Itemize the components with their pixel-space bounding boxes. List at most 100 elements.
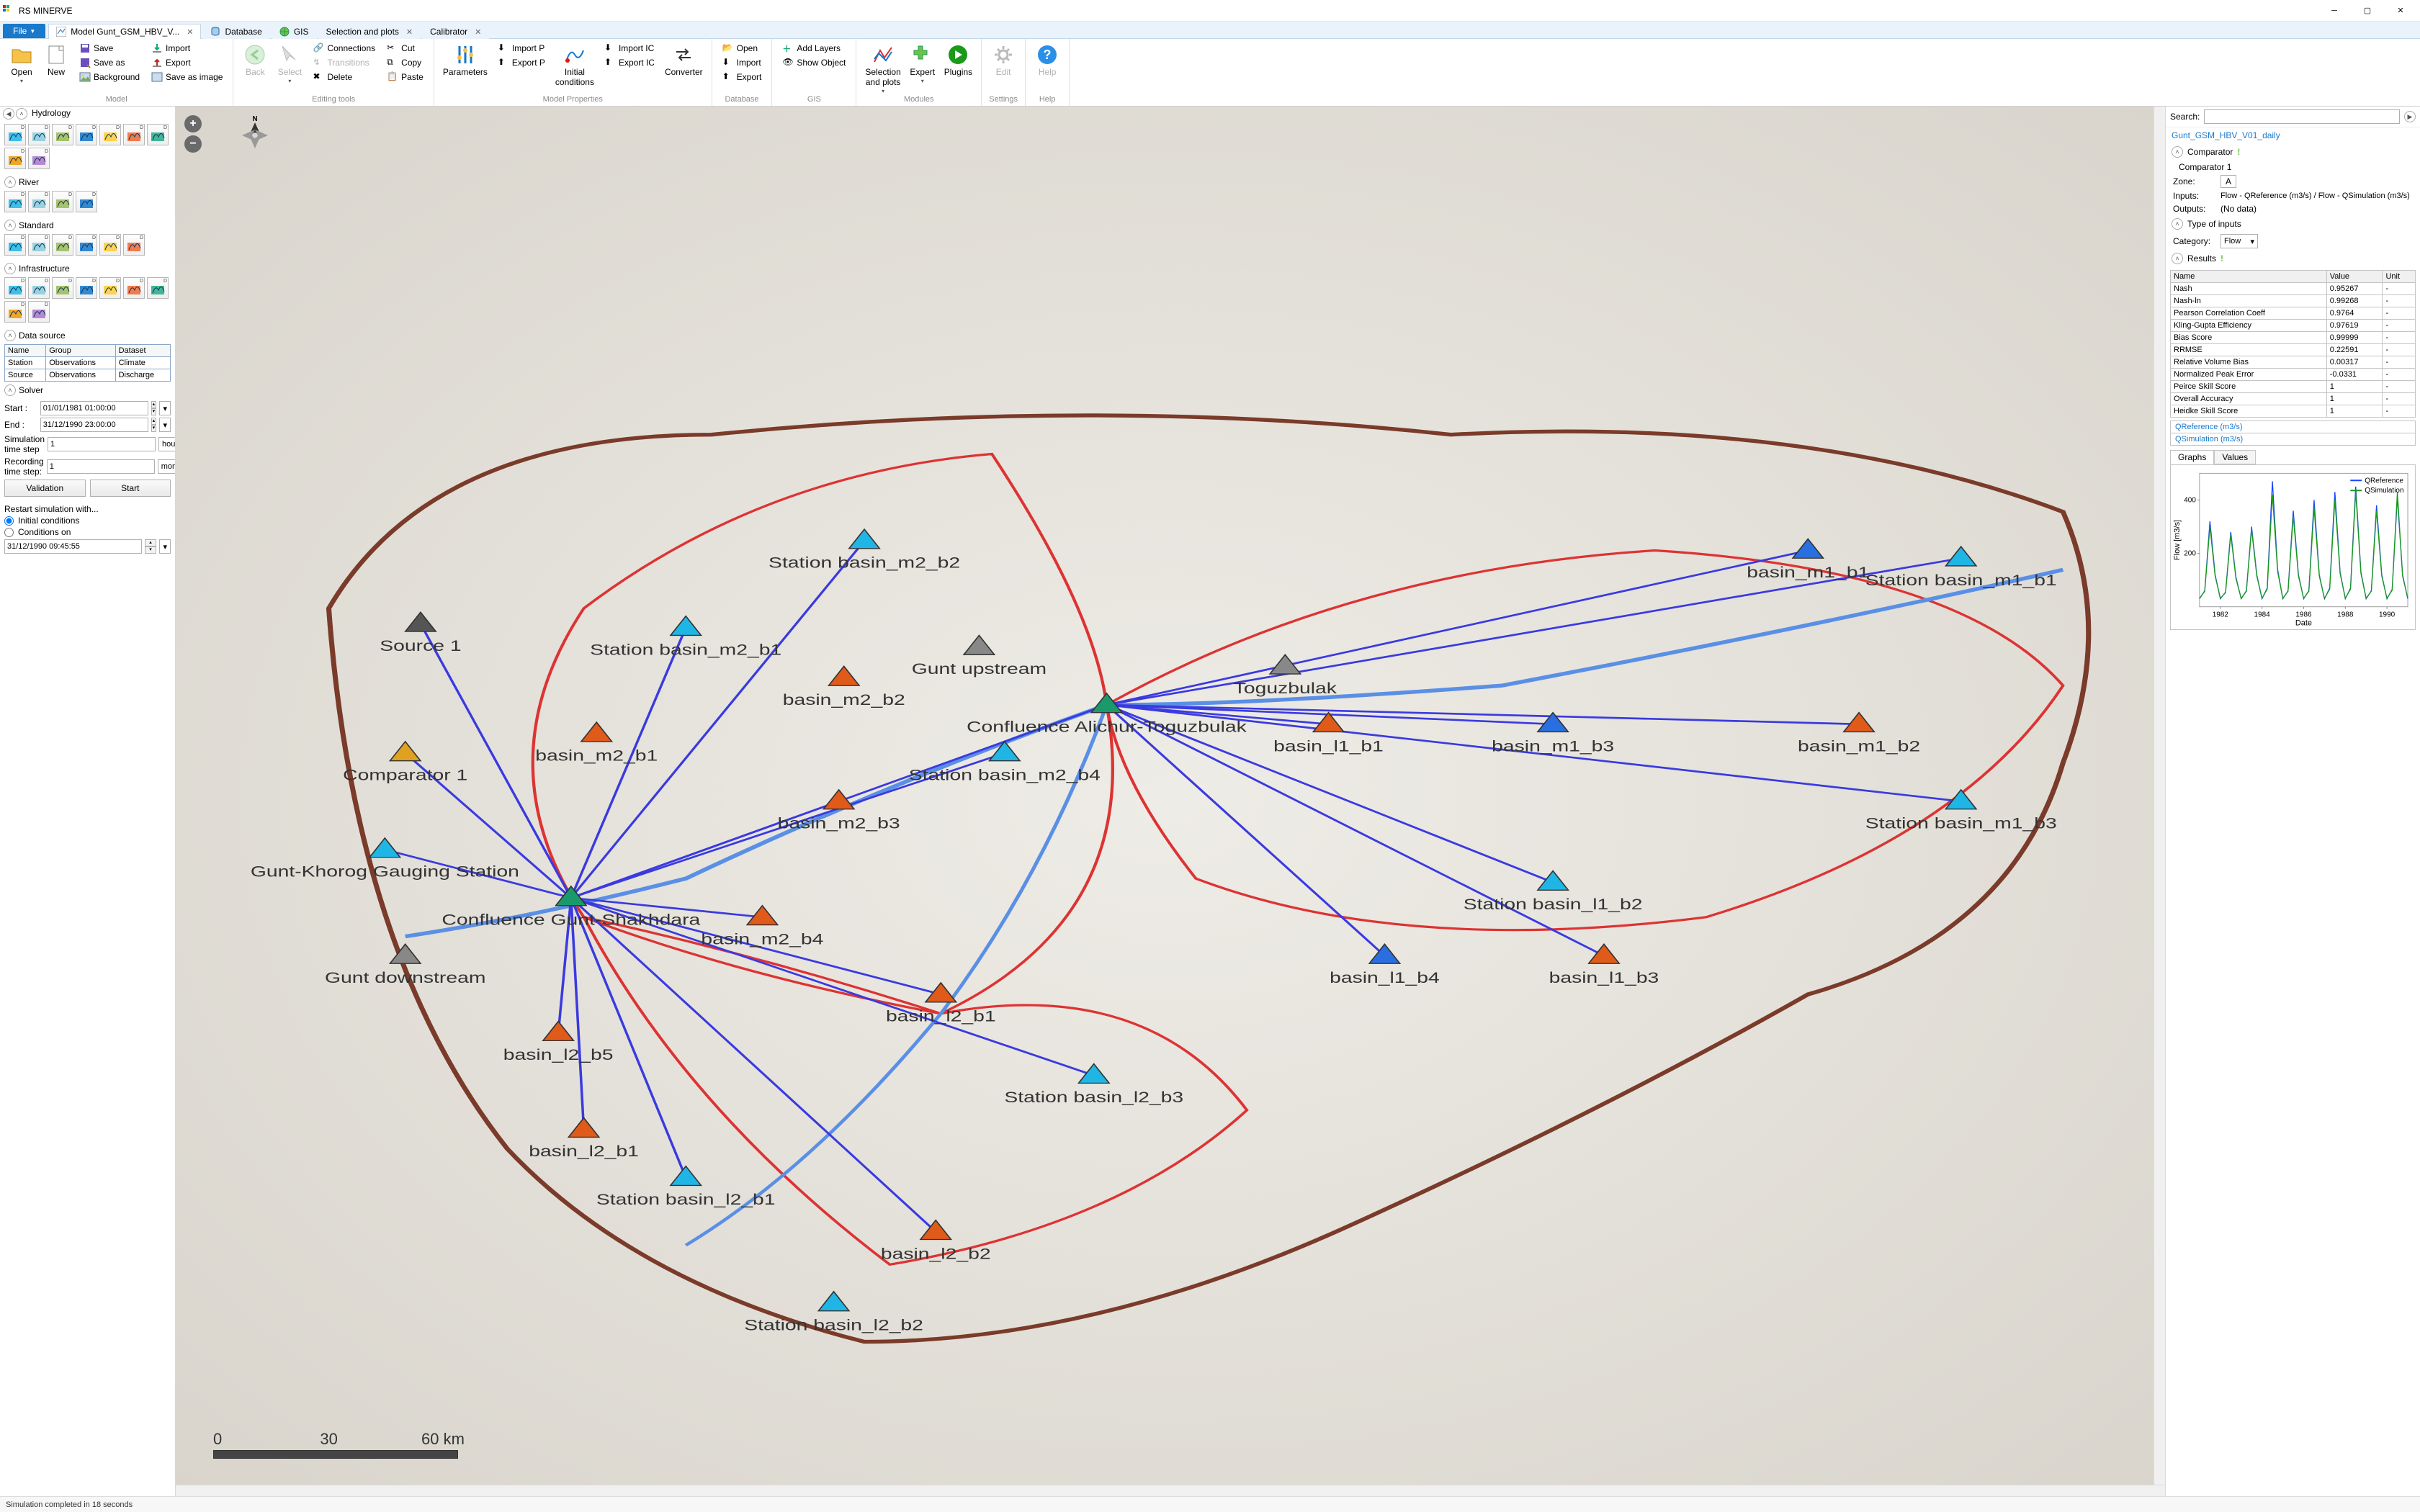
show-object-button[interactable]: 👁Show Object — [779, 56, 848, 69]
start-date-input[interactable] — [40, 401, 148, 415]
zone-value[interactable]: A — [2220, 175, 2236, 188]
tool-plan[interactable]: D — [28, 301, 50, 323]
tool-hq[interactable]: D — [52, 277, 73, 299]
zoom-out-button[interactable]: − — [184, 135, 202, 153]
rec-step-unit-combo[interactable]: month▾ — [158, 459, 175, 474]
tool-p[interactable]: D — [4, 124, 26, 145]
graphs-tab[interactable]: Graphs — [2170, 450, 2214, 464]
tool-cmp[interactable]: D — [76, 234, 97, 256]
restart-cond-radio[interactable]: Conditions on — [4, 527, 171, 537]
copy-button[interactable]: ⧉Copy — [384, 56, 426, 69]
tool-grp[interactable]: D — [123, 234, 145, 256]
restart-spinner[interactable]: ▴▾ — [145, 539, 156, 554]
table-row[interactable]: Heidke Skill Score1- — [2171, 405, 2416, 418]
save-as-image-button[interactable]: Save as image — [148, 71, 225, 84]
end-date-input[interactable] — [40, 418, 148, 432]
tab-model[interactable]: Model Gunt_GSM_HBV_V... ✕ — [48, 24, 201, 39]
section-toggle[interactable]: ˄ — [4, 330, 16, 341]
tool-hbv[interactable]: D — [123, 124, 145, 145]
tool-cons[interactable]: D — [147, 277, 169, 299]
tool-cons[interactable]: D — [52, 234, 73, 256]
tool-gr4j[interactable]: D — [147, 124, 169, 145]
tool-mc[interactable]: D — [52, 191, 73, 212]
tool-spill[interactable]: D — [28, 277, 50, 299]
end-combo[interactable]: ▾ — [159, 418, 171, 432]
category-combo[interactable]: Flow▾ — [2220, 234, 2258, 248]
restart-ic-radio[interactable]: Initial conditions — [4, 516, 171, 526]
start-combo[interactable]: ▾ — [159, 401, 171, 415]
delete-button[interactable]: ✖Delete — [310, 71, 378, 84]
tab-database[interactable]: Database — [202, 24, 269, 39]
close-icon[interactable]: ✕ — [475, 27, 481, 37]
back-button[interactable]: Back — [238, 40, 272, 78]
export-ic-button[interactable]: ⬆Export IC — [601, 56, 658, 69]
map-scrollbar-y[interactable] — [2154, 107, 2165, 1485]
tool-res[interactable]: D — [4, 277, 26, 299]
table-row[interactable]: SourceObservationsDischarge — [5, 369, 171, 382]
table-row[interactable]: Relative Volume Bias0.00317- — [2171, 356, 2416, 369]
paste-button[interactable]: 📋Paste — [384, 71, 426, 84]
tool-socont[interactable]: D — [99, 124, 121, 145]
cut-button[interactable]: ✂Cut — [384, 42, 426, 55]
import-ic-button[interactable]: ⬇Import IC — [601, 42, 658, 55]
tool-lt[interactable]: D — [4, 191, 26, 212]
add-layers-button[interactable]: ＋Add Layers — [779, 42, 848, 55]
start-spinner[interactable]: ▴▾ — [151, 401, 156, 415]
table-row[interactable]: Kling-Gupta Efficiency0.97619- — [2171, 320, 2416, 332]
table-row[interactable]: Pearson Correlation Coeff0.9764- — [2171, 307, 2416, 320]
background-button[interactable]: Background — [76, 71, 143, 84]
table-row[interactable]: Overall Accuracy1- — [2171, 393, 2416, 405]
tool-et[interactable]: D — [28, 124, 50, 145]
zoom-in-button[interactable]: + — [184, 115, 202, 132]
rec-step-input[interactable] — [47, 459, 155, 474]
save-button[interactable]: Save — [76, 42, 143, 55]
tool-kw[interactable]: D — [28, 191, 50, 212]
converter-button[interactable]: Converter — [660, 40, 707, 78]
tool-turb[interactable]: D — [76, 277, 97, 299]
sim-step-input[interactable] — [48, 437, 156, 451]
plugins-button[interactable]: Plugins — [940, 40, 977, 78]
tool-div[interactable]: D — [123, 277, 145, 299]
section-toggle[interactable]: ˄ — [4, 384, 16, 396]
data-source-table[interactable]: NameGroupDataset StationObservationsClim… — [4, 344, 171, 382]
section-toggle[interactable]: ˄ — [2172, 253, 2183, 264]
section-toggle[interactable]: ˄ — [4, 176, 16, 188]
section-toggle[interactable]: ˄ — [4, 220, 16, 231]
tool-sac[interactable]: D — [4, 148, 26, 169]
validation-button[interactable]: Validation — [4, 480, 86, 497]
tab-calibrator[interactable]: Calibrator ✕ — [422, 24, 489, 39]
values-tab[interactable]: Values — [2214, 450, 2256, 464]
table-row[interactable]: Bias Score0.99999- — [2171, 332, 2416, 344]
db-import-button[interactable]: ⬇Import — [720, 56, 765, 69]
tool-scs[interactable]: D — [28, 148, 50, 169]
export-p-button[interactable]: ⬆Export P — [495, 56, 548, 69]
parameters-button[interactable]: Parameters — [439, 40, 492, 78]
table-row[interactable]: Nash0.95267- — [2171, 283, 2416, 295]
open-button[interactable]: Open▾ — [4, 40, 39, 84]
transitions-button[interactable]: ↯Transitions — [310, 56, 378, 69]
table-row[interactable]: Normalized Peak Error-0.0331- — [2171, 369, 2416, 381]
selection-plots-button[interactable]: Selection and plots▾ — [861, 40, 905, 94]
select-button[interactable]: Select▾ — [272, 40, 307, 84]
settings-edit-button[interactable]: Edit — [986, 40, 1021, 78]
panel-collapse-left[interactable]: ◀ — [3, 108, 14, 120]
section-toggle[interactable]: ˄ — [4, 263, 16, 274]
results-table[interactable]: NameValueUnit Nash0.95267-Nash-ln0.99268… — [2170, 270, 2416, 418]
db-export-button[interactable]: ⬆Export — [720, 71, 765, 84]
restart-date-input[interactable] — [4, 539, 142, 554]
connections-button[interactable]: 🔗Connections — [310, 42, 378, 55]
tool-slope[interactable]: D — [52, 124, 73, 145]
series-qreference[interactable]: QReference (m3/s) — [2170, 420, 2416, 433]
file-menu-button[interactable]: File▼ — [3, 24, 45, 38]
new-button[interactable]: New — [39, 40, 73, 78]
table-row[interactable]: StationObservationsClimate — [5, 357, 171, 369]
model-root-link[interactable]: Gunt_GSM_HBV_V01_daily — [2166, 127, 2420, 143]
series-qsimulation[interactable]: QSimulation (m3/s) — [2170, 433, 2416, 446]
save-as-button[interactable]: Save as — [76, 56, 143, 69]
import-p-button[interactable]: ⬇Import P — [495, 42, 548, 55]
restart-combo[interactable]: ▾ — [159, 539, 171, 554]
window-close-button[interactable]: ✕ — [2384, 0, 2417, 22]
section-toggle[interactable]: ˄ — [2172, 146, 2183, 158]
tool-res[interactable]: D — [28, 234, 50, 256]
expert-button[interactable]: Expert▾ — [905, 40, 940, 84]
